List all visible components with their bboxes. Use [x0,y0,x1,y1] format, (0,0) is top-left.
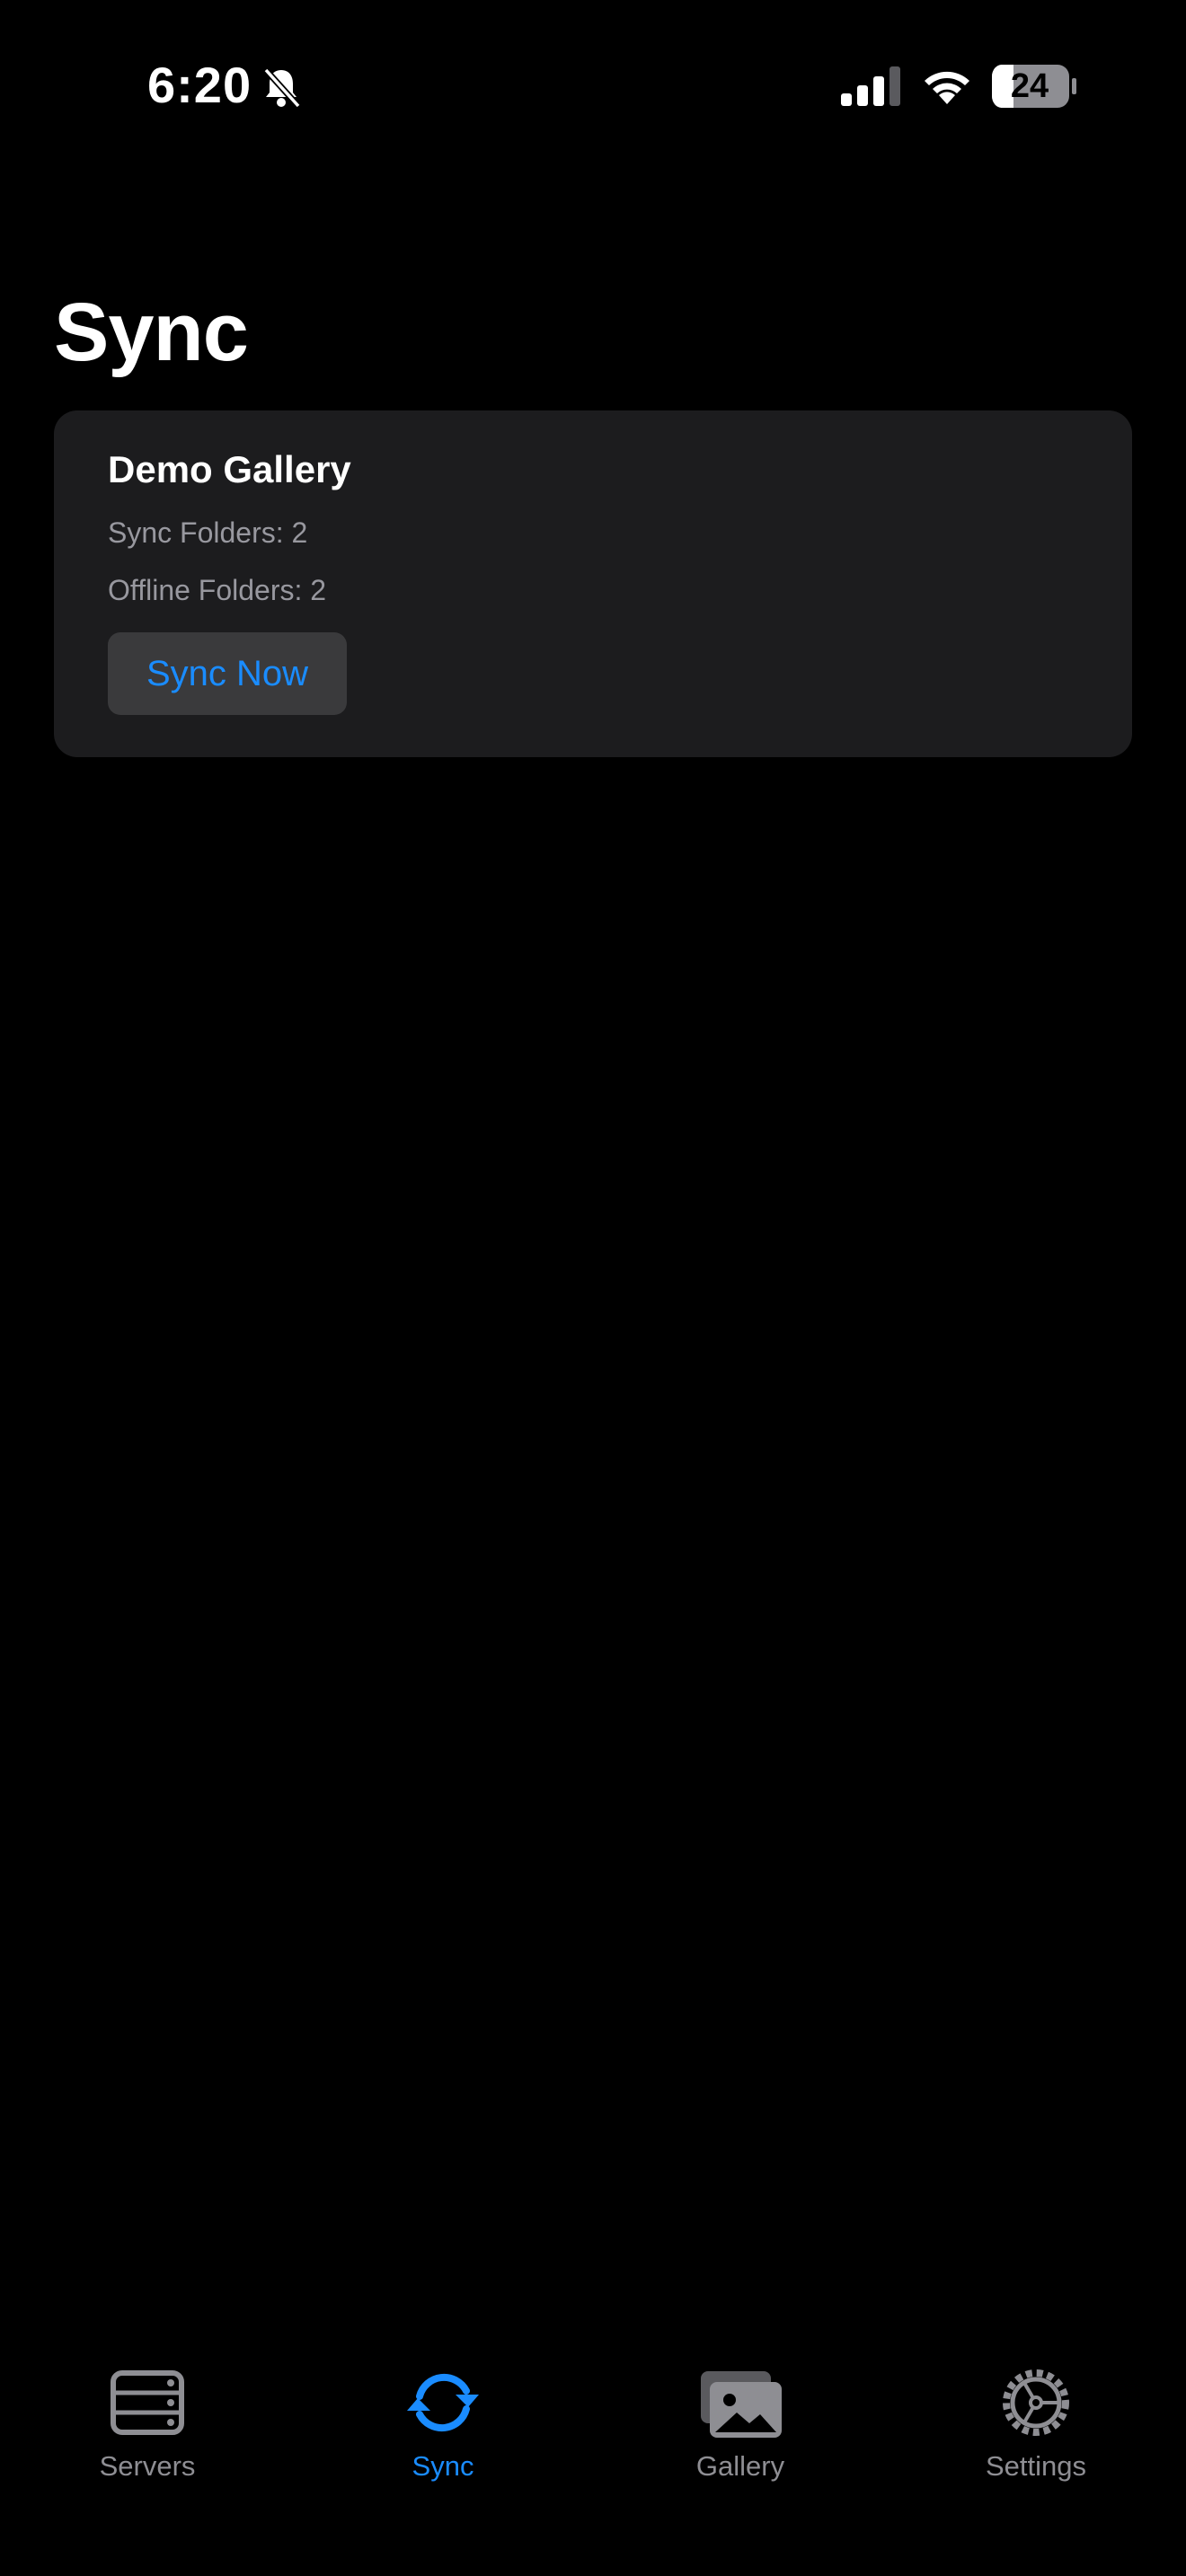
tab-label-settings: Settings [985,2450,1086,2482]
tab-sync[interactable]: Sync [335,2364,551,2499]
status-bar: 6:20 24 [0,0,1186,135]
sync-now-button[interactable]: Sync Now [108,632,347,715]
tab-label-gallery: Gallery [695,2450,785,2482]
tab-settings[interactable]: Settings [928,2364,1144,2499]
sync-icon [407,2373,479,2432]
sync-card: Demo Gallery Sync Folders: 2 Offline Fol… [54,410,1132,757]
offline-folders-count: Offline Folders: 2 [108,574,327,606]
servers-icon [111,2370,184,2435]
page-title: Sync [54,287,249,378]
wifi-icon [925,71,969,104]
tab-bar: Servers Sync Gallery Settings [0,2335,1186,2576]
sync-folders-count: Sync Folders: 2 [108,516,308,549]
status-time: 6:20 [147,57,252,113]
tab-label-sync: Sync [412,2450,474,2482]
tab-label-servers: Servers [99,2450,196,2482]
cellular-signal-icon [841,66,900,106]
tab-servers[interactable]: Servers [40,2364,255,2499]
card-title: Demo Gallery [108,448,351,490]
battery-level: 24 [1010,67,1049,105]
gallery-icon [701,2371,782,2438]
bell-slash-icon [263,67,301,109]
tab-gallery[interactable]: Gallery [633,2364,848,2499]
settings-icon [1003,2369,1069,2436]
